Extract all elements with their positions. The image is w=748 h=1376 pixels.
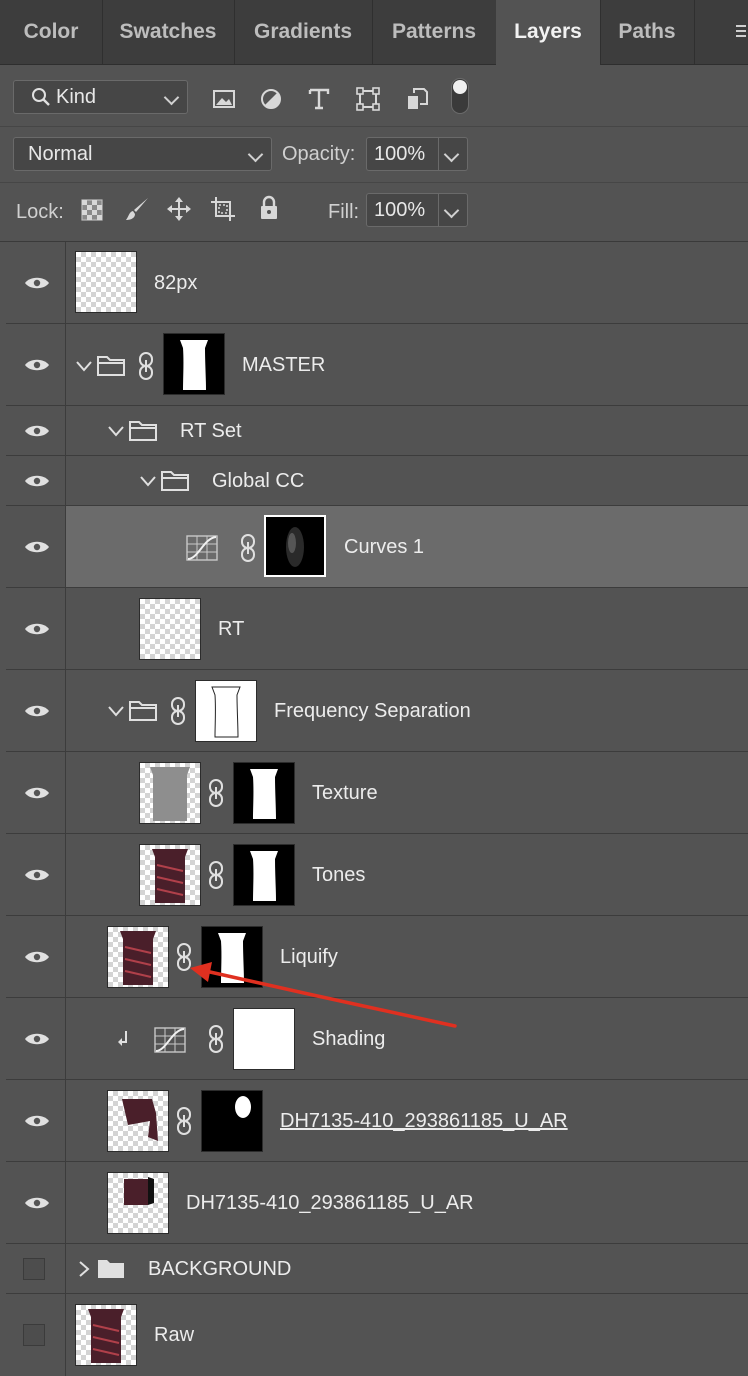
- annotation-arrow: [190, 962, 457, 1028]
